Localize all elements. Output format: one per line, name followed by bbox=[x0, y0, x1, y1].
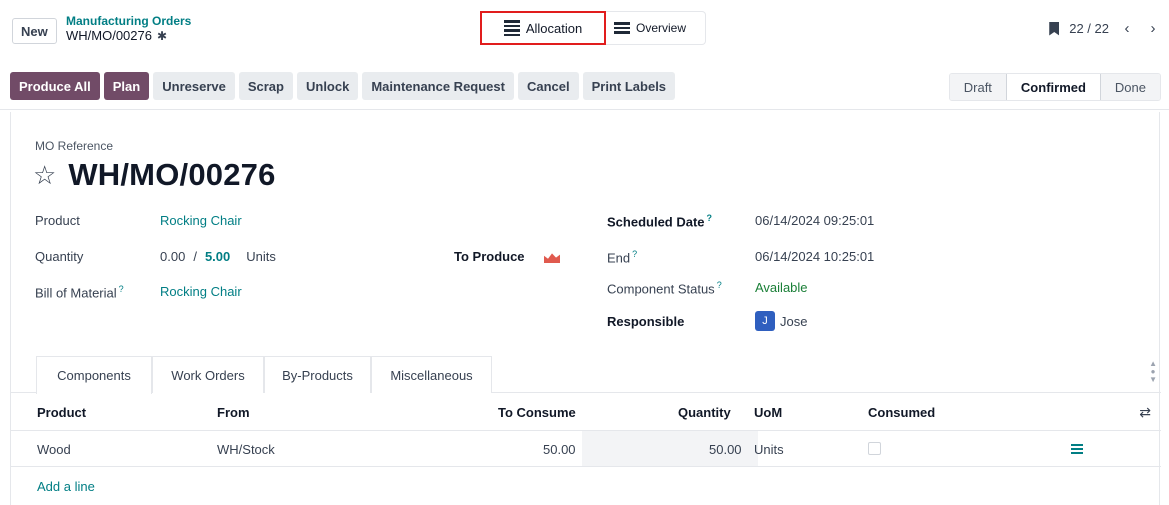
consumed-checkbox[interactable] bbox=[868, 442, 881, 455]
quantity-uom: Units bbox=[246, 249, 276, 264]
new-button[interactable]: New bbox=[12, 18, 57, 44]
allocation-label: Allocation bbox=[525, 20, 583, 36]
product-field[interactable]: Rocking Chair bbox=[160, 213, 242, 228]
cell-uom[interactable]: Units bbox=[754, 442, 784, 457]
pager-next-button[interactable]: › bbox=[1145, 20, 1161, 37]
header-from[interactable]: From bbox=[217, 405, 250, 420]
stage-bar: Draft Confirmed Done bbox=[948, 73, 1161, 101]
table-header: Product From To Consume Quantity UoM Con… bbox=[11, 394, 1161, 431]
mo-reference-label: MO Reference bbox=[35, 139, 114, 153]
list-icon bbox=[503, 20, 520, 36]
header-product[interactable]: Product bbox=[37, 405, 86, 420]
optional-columns-icon[interactable]: ⇄ bbox=[1139, 404, 1151, 421]
cancel-button[interactable]: Cancel bbox=[517, 72, 579, 100]
breadcrumb-parent-link[interactable]: Manufacturing Orders bbox=[66, 14, 191, 28]
header-to-consume[interactable]: To Consume bbox=[498, 405, 576, 420]
quantity-produced[interactable]: 0.00 bbox=[160, 249, 185, 264]
pager: 22 / 22 ‹ › bbox=[1049, 20, 1161, 37]
product-label: Product bbox=[35, 213, 80, 228]
notebook-tabs: Components Work Orders By-Products Misce… bbox=[11, 356, 1161, 394]
detailed-operations-icon[interactable] bbox=[1071, 444, 1083, 454]
breadcrumb: Manufacturing Orders WH/MO/00276 ✱ bbox=[66, 14, 191, 44]
mo-reference-title: ☆ WH/MO/00276 bbox=[33, 157, 276, 193]
view-switcher: Allocation Overview bbox=[480, 11, 706, 45]
help-icon[interactable]: ? bbox=[707, 213, 713, 223]
end-label: End? bbox=[607, 249, 637, 265]
allocation-view-button[interactable]: Allocation bbox=[480, 11, 606, 45]
avatar: J bbox=[755, 311, 775, 331]
bom-label-text: Bill of Material bbox=[35, 285, 117, 301]
quantity-field[interactable]: 0.00 / 5.00 Units bbox=[160, 249, 276, 264]
produce-all-button[interactable]: Produce All bbox=[10, 72, 100, 100]
scheduled-date-field[interactable]: 06/14/2024 09:25:01 bbox=[755, 213, 874, 228]
responsible-label: Responsible bbox=[607, 314, 685, 329]
statusbar-buttons: Produce All Plan Unreserve Scrap Unlock … bbox=[10, 72, 676, 100]
responsible-field[interactable]: J Jose bbox=[755, 311, 807, 331]
stage-draft[interactable]: Draft bbox=[949, 74, 1006, 100]
help-icon[interactable]: ? bbox=[119, 284, 124, 294]
overview-label: Overview bbox=[636, 21, 687, 35]
tab-components[interactable]: Components bbox=[36, 356, 152, 394]
breadcrumb-current-label: WH/MO/00276 bbox=[66, 28, 152, 43]
components-table: Product From To Consume Quantity UoM Con… bbox=[11, 394, 1161, 494]
print-labels-button[interactable]: Print Labels bbox=[582, 72, 676, 100]
cell-to-consume[interactable]: 50.00 bbox=[543, 442, 576, 457]
to-produce-label: To Produce bbox=[454, 249, 525, 264]
header-consumed[interactable]: Consumed bbox=[868, 405, 935, 420]
end-date-field[interactable]: 06/14/2024 10:25:01 bbox=[755, 249, 874, 264]
responsible-name: Jose bbox=[780, 313, 808, 329]
mo-reference-value: WH/MO/00276 bbox=[68, 157, 276, 192]
stage-done[interactable]: Done bbox=[1100, 74, 1160, 100]
gear-icon[interactable]: ✱ bbox=[157, 28, 167, 44]
cell-from[interactable]: WH/Stock bbox=[217, 442, 275, 457]
forecast-chart-icon[interactable] bbox=[544, 251, 560, 266]
pager-value[interactable]: 22 / 22 bbox=[1069, 21, 1109, 36]
component-status-label-text: Component Status bbox=[607, 281, 715, 297]
stage-confirmed[interactable]: Confirmed bbox=[1005, 74, 1101, 100]
scheduled-date-label-text: Scheduled Date bbox=[607, 214, 705, 230]
add-line-link[interactable]: Add a line bbox=[37, 479, 95, 494]
bookmark-icon[interactable] bbox=[1049, 21, 1060, 36]
quantity-separator: / bbox=[193, 249, 197, 264]
scrap-button[interactable]: Scrap bbox=[238, 72, 293, 100]
statusbar: Produce All Plan Unreserve Scrap Unlock … bbox=[0, 64, 1169, 110]
unreserve-button[interactable]: Unreserve bbox=[153, 72, 235, 100]
tab-by-products[interactable]: By-Products bbox=[264, 356, 371, 393]
quantity-target[interactable]: 5.00 bbox=[205, 249, 230, 264]
bom-label: Bill of Material? bbox=[35, 284, 124, 300]
form-sheet: MO Reference ☆ WH/MO/00276 Product Rocki… bbox=[10, 112, 1161, 505]
cell-product[interactable]: Wood bbox=[37, 442, 71, 457]
control-panel: New Manufacturing Orders WH/MO/00276 ✱ A… bbox=[0, 0, 1169, 63]
scheduled-date-label: Scheduled Date? bbox=[607, 213, 712, 229]
quantity-label: Quantity bbox=[35, 249, 84, 264]
header-uom[interactable]: UoM bbox=[754, 405, 782, 420]
help-icon[interactable]: ? bbox=[632, 249, 637, 259]
star-icon[interactable]: ☆ bbox=[33, 162, 56, 188]
breadcrumb-current: WH/MO/00276 ✱ bbox=[66, 28, 191, 44]
unlock-button[interactable]: Unlock bbox=[296, 72, 359, 100]
table-row[interactable]: Wood WH/Stock 50.00 50.00 Units bbox=[11, 431, 1161, 467]
component-status-label: Component Status? bbox=[607, 280, 722, 296]
maintenance-request-button[interactable]: Maintenance Request bbox=[362, 72, 514, 100]
tab-miscellaneous[interactable]: Miscellaneous bbox=[371, 356, 492, 393]
plan-button[interactable]: Plan bbox=[103, 72, 150, 100]
help-icon[interactable]: ? bbox=[717, 280, 722, 290]
overview-view-button[interactable]: Overview bbox=[606, 11, 706, 45]
cell-quantity[interactable]: 50.00 bbox=[709, 442, 742, 457]
menu-icon bbox=[614, 22, 630, 34]
bom-field[interactable]: Rocking Chair bbox=[160, 284, 242, 299]
header-quantity[interactable]: Quantity bbox=[678, 405, 731, 420]
tab-work-orders[interactable]: Work Orders bbox=[152, 356, 264, 393]
component-status-value: Available bbox=[755, 280, 808, 295]
pager-previous-button[interactable]: ‹ bbox=[1119, 20, 1135, 37]
end-label-text: End bbox=[607, 250, 631, 266]
scroll-indicator-icon[interactable]: ▲ ● ▼ bbox=[1149, 360, 1157, 384]
